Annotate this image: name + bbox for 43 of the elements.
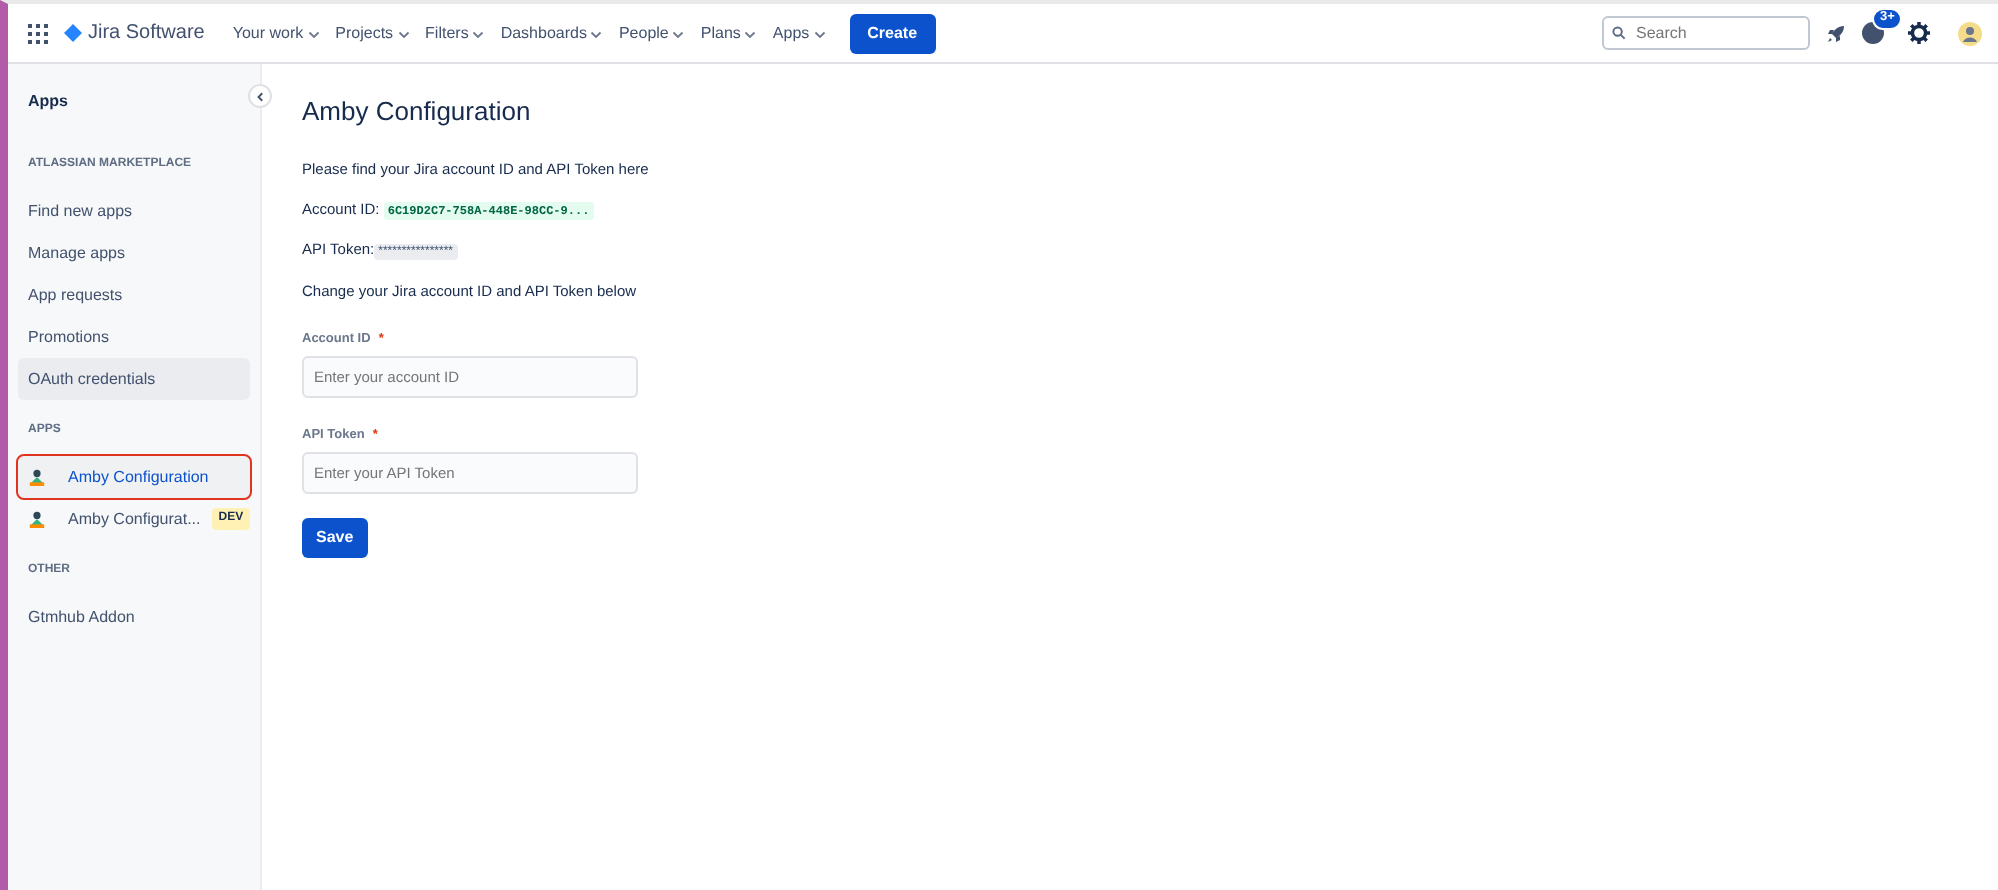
nav-menu[interactable]: Apps [764, 21, 834, 45]
sidebar-title: Apps [26, 90, 70, 114]
item-label: Find new apps [28, 199, 133, 223]
sidebar-item[interactable]: App requests [18, 274, 250, 316]
sidebar-item[interactable]: Find new apps [18, 190, 250, 232]
nav-menu[interactable]: People [610, 21, 693, 45]
nav-menu[interactable]: Your work [224, 21, 328, 45]
caret-icon [397, 27, 410, 39]
sidebar-item[interactable]: Promotions [18, 316, 250, 358]
settings-icon[interactable] [1908, 22, 1930, 44]
caret-icon [813, 27, 826, 39]
item-label: Amby Configuration [68, 465, 209, 489]
nav-menu[interactable]: Dashboards [492, 21, 611, 45]
app-switcher-icon[interactable] [28, 23, 48, 43]
item-label: App requests [28, 283, 123, 307]
search-icon [1612, 26, 1626, 40]
nav-menu[interactable]: Filters [417, 21, 493, 45]
caret-icon [744, 27, 757, 39]
chevron-left-icon [255, 91, 265, 101]
sidebar-item[interactable]: Amby Configuration [18, 456, 250, 498]
collapse-button[interactable] [248, 84, 272, 108]
create-button[interactable]: Create [849, 13, 936, 53]
logo-icon[interactable] [64, 24, 82, 42]
page-title: Amby Configuration [302, 94, 533, 130]
item-label: Gtmhub Addon [28, 605, 135, 629]
caret-icon [307, 27, 320, 39]
item-label: OAuth credentials [28, 367, 156, 391]
item-label: Amby Configurat... [68, 507, 201, 531]
search-field[interactable]: Search [1602, 16, 1810, 50]
nav-menu[interactable]: Plans [692, 21, 765, 45]
sidebar-item[interactable]: OAuth credentials [18, 358, 250, 400]
sidebar-item[interactable]: Manage apps [18, 232, 250, 274]
rocket-icon[interactable] [1826, 23, 1846, 43]
caret-icon [472, 27, 485, 39]
item-label: Promotions [28, 325, 109, 349]
product-name[interactable]: Jira Software [88, 18, 205, 48]
caret-icon [590, 27, 603, 39]
item-label: Manage apps [28, 241, 125, 265]
avatar-icon[interactable] [1958, 21, 1982, 45]
caret-icon [672, 27, 685, 39]
sidebar-item[interactable]: Gtmhub Addon [18, 596, 250, 638]
save-button[interactable]: Save [302, 517, 368, 558]
nav-menu[interactable]: Projects [327, 21, 418, 45]
